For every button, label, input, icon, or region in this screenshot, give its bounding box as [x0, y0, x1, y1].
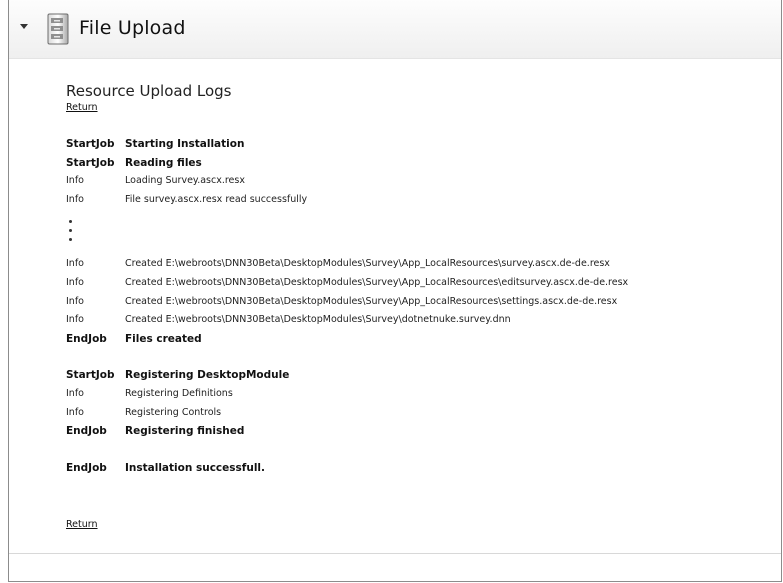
footer-divider	[9, 553, 781, 554]
module-container: File Upload Resource Upload Logs Return …	[8, 0, 782, 582]
log-type: Info	[66, 175, 84, 187]
log-message: File survey.ascx.resx read successfully	[125, 193, 308, 205]
log-message: Created E:\webroots\DNN30Beta\DesktopMod…	[125, 276, 629, 288]
log-type: StartJob	[66, 369, 115, 382]
log-type: Info	[66, 193, 84, 205]
log-type: Info	[66, 314, 84, 326]
log-message: Registering DesktopModule	[125, 369, 290, 382]
log-type: Info	[66, 295, 84, 307]
log-message: Created E:\webroots\DNN30Beta\DesktopMod…	[125, 295, 618, 307]
log-type: Info	[66, 406, 84, 418]
log-type: Info	[66, 258, 84, 270]
return-link-bottom[interactable]: Return	[66, 519, 98, 530]
log-type: EndJob	[66, 461, 107, 474]
return-link-top[interactable]: Return	[66, 102, 98, 113]
module-title-bar: File Upload	[9, 0, 781, 59]
log-type: EndJob	[66, 332, 107, 345]
file-cabinet-icon	[47, 13, 69, 45]
log-message: Loading Survey.ascx.resx	[125, 175, 245, 187]
log-message: Registering Definitions	[125, 387, 233, 399]
log-message: Starting Installation	[125, 138, 245, 150]
log-type: Info	[66, 276, 84, 288]
upload-log-panel: Resource Upload Logs Return StartJob Sta…	[66, 82, 761, 474]
log-message: Registering finished	[125, 425, 245, 438]
log-message: Reading files	[125, 156, 202, 169]
log-message: Created E:\webroots\DNN30Beta\DesktopMod…	[125, 258, 610, 270]
page-title: Resource Upload Logs	[66, 82, 232, 100]
log-message: Files created	[125, 332, 202, 345]
log-type: StartJob	[66, 138, 115, 150]
module-title: File Upload	[79, 17, 186, 39]
chevron-down-icon[interactable]	[20, 24, 28, 29]
log-type: Info	[66, 387, 84, 399]
log-message: Registering Controls	[125, 406, 222, 418]
log-message: Created E:\webroots\DNN30Beta\DesktopMod…	[125, 314, 511, 326]
log-type: StartJob	[66, 156, 115, 169]
vertical-ellipsis-icon	[69, 220, 75, 247]
log-type: EndJob	[66, 425, 107, 438]
log-message: Installation successfull.	[125, 461, 266, 474]
